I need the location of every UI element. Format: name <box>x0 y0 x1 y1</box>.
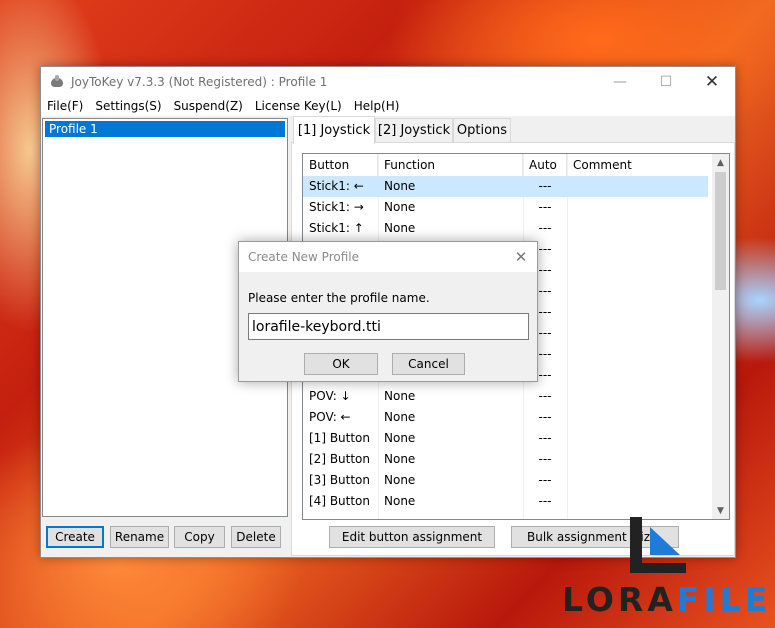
watermark-text-1: LORA <box>562 580 677 619</box>
close-button[interactable]: ✕ <box>689 67 735 96</box>
cell-auto: --- <box>538 410 552 424</box>
menu-suspend[interactable]: Suspend(Z) <box>168 99 249 113</box>
cell-comment <box>567 386 708 407</box>
table-row[interactable]: Stick1: ← None --- <box>303 176 708 197</box>
watermark-text-2: FILE <box>676 580 772 619</box>
cell-button: [2] Button <box>309 452 371 466</box>
column-header-auto[interactable]: Auto <box>523 154 567 176</box>
watermark-logo: LORAFILE <box>562 580 771 619</box>
table-row[interactable]: Stick1: ↑ None --- <box>303 218 708 239</box>
cell-auto: --- <box>538 221 552 235</box>
cell-comment <box>567 407 708 428</box>
cell-comment <box>567 344 708 365</box>
table-row[interactable]: POV: ↓ None --- <box>303 386 708 407</box>
table-row[interactable]: POV: ← None --- <box>303 407 708 428</box>
cell-comment <box>567 176 708 197</box>
scroll-up-icon[interactable]: ▲ <box>712 154 729 171</box>
dialog-prompt: Please enter the profile name. <box>248 291 430 305</box>
cell-button: Stick1: ↑ <box>309 221 364 235</box>
delete-profile-button[interactable]: Delete <box>231 526 281 548</box>
create-profile-button[interactable]: Create <box>46 526 104 548</box>
menu-settings[interactable]: Settings(S) <box>89 99 167 113</box>
cell-comment <box>567 491 708 512</box>
cell-auto: --- <box>538 200 552 214</box>
cell-auto: --- <box>538 179 552 193</box>
joystick-icon <box>50 74 64 89</box>
cell-comment <box>567 428 708 449</box>
minimize-button[interactable]: — <box>597 67 643 96</box>
column-header-button[interactable]: Button <box>303 154 378 176</box>
cell-comment <box>567 302 708 323</box>
ok-button[interactable]: OK <box>304 353 378 375</box>
table-row[interactable]: [1] Button None --- <box>303 428 708 449</box>
create-profile-dialog: Create New Profile ✕ Please enter the pr… <box>238 241 538 382</box>
menu-bar: File(F) Settings(S) Suspend(Z) License K… <box>41 96 735 116</box>
cell-comment <box>567 323 708 344</box>
cell-auto: --- <box>538 473 552 487</box>
cell-function: None <box>384 179 416 193</box>
scroll-down-icon[interactable]: ▼ <box>712 502 729 519</box>
dialog-close-icon[interactable]: ✕ <box>505 248 537 266</box>
cell-button: Stick1: → <box>309 200 364 214</box>
cell-comment <box>567 281 708 302</box>
cell-button: [1] Button <box>309 431 371 445</box>
cell-auto: --- <box>538 452 552 466</box>
cell-button: POV: ← <box>309 410 351 424</box>
cell-auto: --- <box>538 389 552 403</box>
cell-comment <box>567 218 708 239</box>
cell-comment <box>567 197 708 218</box>
menu-file[interactable]: File(F) <box>41 99 89 113</box>
menu-license-key[interactable]: License Key(L) <box>249 99 348 113</box>
cell-button: POV: ↓ <box>309 389 351 403</box>
profile-item[interactable]: Profile 1 <box>45 121 285 137</box>
cell-auto: --- <box>538 494 552 508</box>
cell-function: None <box>384 410 416 424</box>
profile-name-input[interactable] <box>248 313 529 340</box>
dialog-title-bar[interactable]: Create New Profile ✕ <box>239 242 537 272</box>
cell-button: [4] Button <box>309 494 371 508</box>
table-row[interactable]: [4] Button None --- <box>303 491 708 512</box>
cell-function: None <box>384 221 416 235</box>
cell-button: Stick1: ← <box>309 179 364 193</box>
column-header-comment[interactable]: Comment <box>567 154 708 176</box>
cell-comment <box>567 470 708 491</box>
copy-profile-button[interactable]: Copy <box>174 526 225 548</box>
cell-comment <box>567 260 708 281</box>
cell-comment <box>567 365 708 386</box>
rename-profile-button[interactable]: Rename <box>110 526 169 548</box>
maximize-button[interactable]: ☐ <box>643 67 689 96</box>
cell-function: None <box>384 431 416 445</box>
scroll-thumb[interactable] <box>715 172 726 290</box>
menu-help[interactable]: Help(H) <box>348 99 406 113</box>
tab-options[interactable]: Options <box>453 118 511 142</box>
title-bar[interactable]: JoyToKey v7.3.3 (Not Registered) : Profi… <box>41 67 735 96</box>
cell-function: None <box>384 200 416 214</box>
dialog-title: Create New Profile <box>248 250 359 264</box>
cell-comment <box>567 449 708 470</box>
list-header: Button Function Auto Comment <box>303 154 708 176</box>
tab-joystick-1[interactable]: [1] Joystick <box>293 116 375 144</box>
cell-function: None <box>384 494 416 508</box>
lorafile-logo-icon <box>630 517 686 573</box>
window-title: JoyToKey v7.3.3 (Not Registered) : Profi… <box>71 74 328 89</box>
table-row[interactable]: [2] Button None --- <box>303 449 708 470</box>
column-header-function[interactable]: Function <box>378 154 523 176</box>
table-row[interactable]: Stick1: → None --- <box>303 197 708 218</box>
cell-comment <box>567 239 708 260</box>
cell-function: None <box>384 473 416 487</box>
cancel-button[interactable]: Cancel <box>392 353 465 375</box>
edit-assignment-button[interactable]: Edit button assignment <box>329 526 495 548</box>
vertical-scrollbar[interactable]: ▲ ▼ <box>712 154 729 519</box>
cell-button: [3] Button <box>309 473 371 487</box>
cell-auto: --- <box>538 431 552 445</box>
cell-function: None <box>384 389 416 403</box>
cell-function: None <box>384 452 416 466</box>
table-row[interactable]: [3] Button None --- <box>303 470 708 491</box>
tab-joystick-2[interactable]: [2] Joystick <box>375 118 453 142</box>
